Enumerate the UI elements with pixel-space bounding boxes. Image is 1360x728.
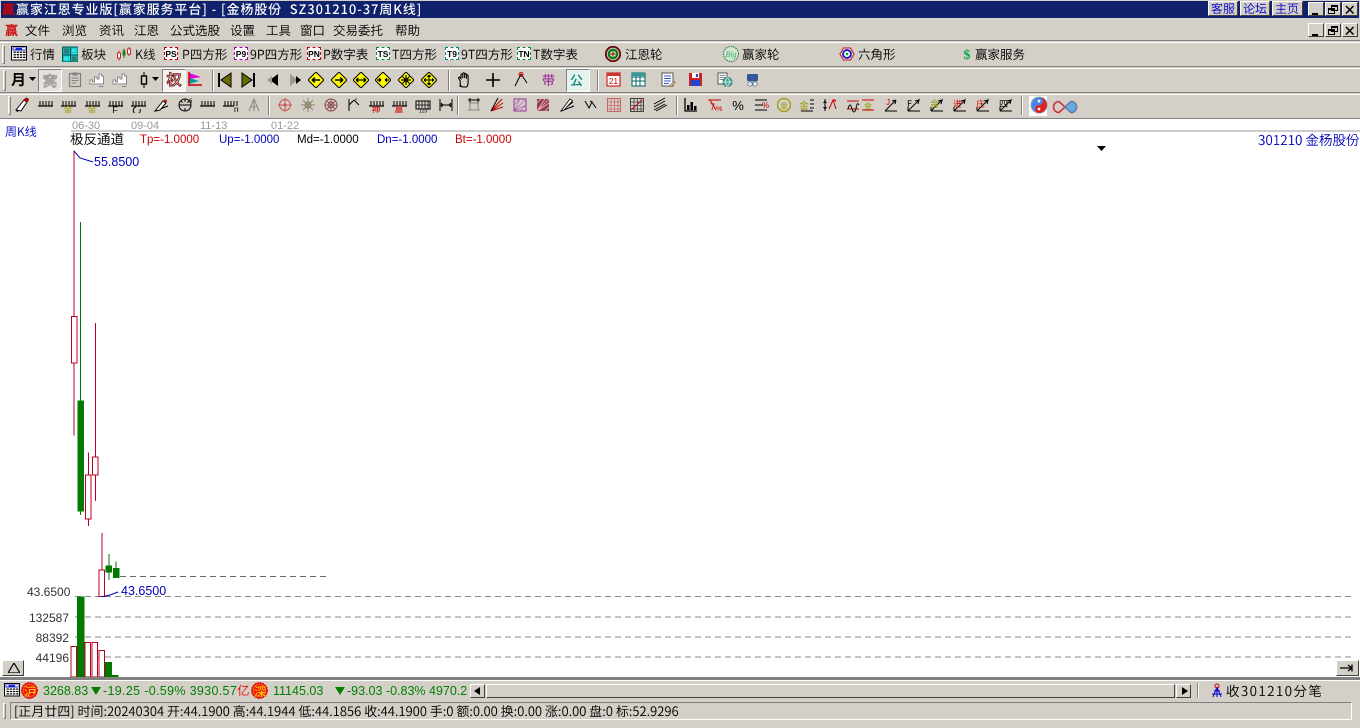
svg-text:%: % — [716, 106, 722, 113]
svg-text:F: F — [112, 105, 118, 113]
svg-text:%: % — [762, 101, 769, 110]
svg-text:%: % — [732, 98, 744, 113]
svg-text:n²: n² — [234, 105, 239, 113]
svg-text:123: 123 — [419, 109, 428, 114]
svg-text:7: 7 — [710, 102, 715, 112]
svg-text:J: J — [886, 98, 890, 107]
svg-text:21: 21 — [609, 77, 618, 86]
svg-text:$: $ — [964, 48, 971, 62]
svg-text:6: 6 — [189, 99, 193, 105]
svg-text:Big: Big — [725, 50, 736, 59]
